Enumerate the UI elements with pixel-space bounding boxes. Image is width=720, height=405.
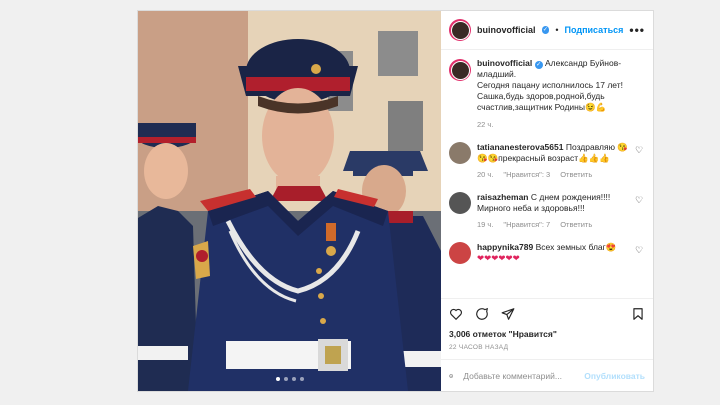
header-username[interactable]: buinovofficial — [477, 25, 536, 35]
post-sidebar: buinovofficial ✓ • Подписаться ••• buino… — [441, 11, 653, 391]
cadet-photo-illustration — [138, 11, 441, 391]
instagram-post: buinovofficial ✓ • Подписаться ••• buino… — [137, 10, 654, 392]
reply-button[interactable]: Ответить — [560, 219, 592, 230]
avatar[interactable] — [449, 142, 471, 164]
caption-time[interactable]: 22 ч. — [477, 119, 645, 130]
comment-item: tatiananesterova5651 Поздравляю 😘😘😘прекр… — [449, 142, 645, 180]
emoji-smiley-icon[interactable] — [449, 369, 453, 383]
caption: buinovofficial ✓ Александр Буйнов-младши… — [449, 58, 645, 130]
like-comment-heart-icon[interactable]: ♡ — [635, 195, 645, 230]
comment-text: Всех земных благ😍 — [535, 242, 617, 252]
carousel-dot — [291, 377, 296, 381]
comment-body: happynika789 Всех земных благ😍 ❤❤❤❤❤❤ — [477, 242, 629, 264]
avatar[interactable] — [449, 19, 471, 41]
like-heart-icon[interactable] — [449, 307, 463, 321]
comment-bubble-icon[interactable] — [475, 307, 489, 321]
verified-badge-icon: ✓ — [534, 61, 543, 69]
comment-time[interactable]: 19 ч. — [477, 219, 493, 230]
comment-body: raisazheman С днем рождения!!!! Мирного … — [477, 192, 629, 230]
verified-badge-icon: ✓ — [541, 26, 550, 34]
comment-item: raisazheman С днем рождения!!!! Мирного … — [449, 192, 645, 230]
comment-username[interactable]: happynika789 — [477, 242, 533, 252]
carousel-dots — [138, 377, 441, 381]
bookmark-icon[interactable] — [631, 307, 645, 321]
carousel-dot — [299, 377, 304, 381]
carousel-dot — [283, 377, 288, 381]
comment-item: happynika789 Всех земных благ😍 ❤❤❤❤❤❤ ♡ — [449, 242, 645, 264]
comment-text-extra: ❤❤❤❤❤❤ — [477, 253, 520, 263]
post-header: buinovofficial ✓ • Подписаться ••• — [441, 11, 653, 50]
add-comment-bar: Опубликовать — [441, 360, 653, 391]
comment-likes[interactable]: "Нравится": 7 — [503, 219, 550, 230]
caption-username[interactable]: buinovofficial — [477, 58, 532, 68]
avatar[interactable] — [449, 192, 471, 214]
reply-button[interactable]: Ответить — [560, 169, 592, 180]
avatar[interactable] — [449, 59, 471, 81]
avatar[interactable] — [449, 242, 471, 264]
comment-meta: 20 ч. "Нравится": 3 Ответить — [477, 169, 629, 180]
separator-dot: • — [555, 25, 559, 35]
post-time[interactable]: 22 часов назад — [441, 339, 653, 360]
comment-meta: 19 ч. "Нравится": 7 Ответить — [477, 219, 629, 230]
add-comment-input[interactable] — [461, 369, 577, 382]
like-comment-heart-icon[interactable]: ♡ — [635, 145, 645, 180]
more-options-icon[interactable]: ••• — [629, 23, 645, 37]
comments-list: buinovofficial ✓ Александр Буйнов-младши… — [441, 50, 653, 298]
post-photo[interactable] — [138, 11, 441, 391]
caption-body: buinovofficial ✓ Александр Буйнов-младши… — [477, 58, 645, 130]
caption-text-line2: Сегодня пацану исполнилось 17 лет! Сашка… — [477, 80, 624, 112]
comment-body: tatiananesterova5651 Поздравляю 😘😘😘прекр… — [477, 142, 629, 180]
like-comment-heart-icon[interactable]: ♡ — [635, 245, 645, 264]
comment-likes[interactable]: "Нравится": 3 — [503, 169, 550, 180]
carousel-dot — [275, 377, 280, 381]
post-actions — [441, 298, 653, 329]
publish-button[interactable]: Опубликовать — [584, 371, 645, 381]
comment-time[interactable]: 20 ч. — [477, 169, 493, 180]
share-paper-plane-icon[interactable] — [501, 307, 515, 321]
follow-button[interactable]: Подписаться — [565, 25, 624, 35]
comment-username[interactable]: tatiananesterova5651 — [477, 142, 563, 152]
likes-count[interactable]: 3,006 отметок "Нравится" — [441, 329, 653, 339]
comment-username[interactable]: raisazheman — [477, 192, 529, 202]
